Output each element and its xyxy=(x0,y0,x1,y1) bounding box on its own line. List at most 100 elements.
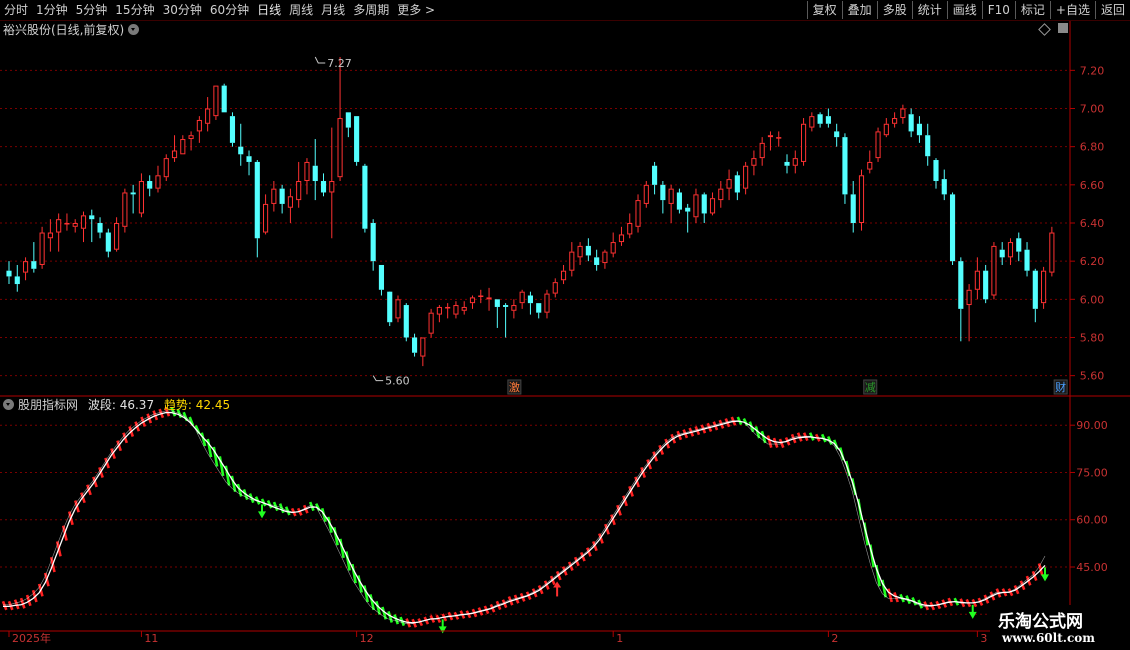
candle-body xyxy=(1007,242,1014,258)
candle-0 xyxy=(6,261,12,285)
candle-98 xyxy=(817,112,823,128)
indicator-series xyxy=(1,407,1049,634)
chart-canvas: 7.27 5.60 激 减 财 5.60 5.80 6.00 6.20 6.40 6.60 6.80… xyxy=(0,21,1130,650)
candle-body xyxy=(776,137,782,139)
candle-body xyxy=(395,299,401,319)
candle-body xyxy=(213,85,219,117)
candle-44 xyxy=(370,219,376,271)
candle-body xyxy=(693,194,699,218)
candle-body xyxy=(983,270,989,300)
candle-48 xyxy=(403,303,409,342)
indicator-name[interactable]: 股朋指标网 xyxy=(18,398,78,412)
x-tick-label-3: 1 xyxy=(616,632,623,645)
candle-body xyxy=(726,179,732,189)
candle-33 xyxy=(279,184,285,214)
candle-57 xyxy=(478,289,484,304)
candle-body xyxy=(188,135,194,140)
candle-88 xyxy=(734,171,740,201)
candle-body xyxy=(122,192,128,227)
candle-body xyxy=(486,297,492,300)
hatch-bar-147 xyxy=(887,588,893,603)
x-tick-label-1: 11 xyxy=(144,632,158,645)
chevron-down-icon[interactable] xyxy=(128,24,140,35)
trend-readout: 趋势: 42.45 xyxy=(164,398,230,412)
chevron-down-icon[interactable] xyxy=(3,399,14,410)
candle-126 xyxy=(1049,226,1055,277)
candle-body xyxy=(511,305,517,311)
candle-9 xyxy=(80,211,87,243)
candle-71 xyxy=(594,249,600,271)
candlestick-series xyxy=(6,56,1055,367)
candle-body xyxy=(800,123,807,162)
candle-62 xyxy=(519,289,525,309)
candle-113 xyxy=(941,169,947,201)
signal-marker-3 xyxy=(968,604,977,619)
candle-5 xyxy=(47,219,53,252)
candle-32 xyxy=(271,181,277,212)
candle-body xyxy=(759,142,765,159)
ind-tick-label-4: 90.00 xyxy=(1076,419,1108,432)
candle-6 xyxy=(56,213,62,252)
price-annotation-0: 7.27 xyxy=(314,56,352,70)
watermark-url: www.60lt.com xyxy=(1002,631,1095,645)
candle-body xyxy=(205,108,211,124)
candle-body xyxy=(72,222,78,227)
candle-79 xyxy=(660,181,666,214)
candle-34 xyxy=(287,188,293,223)
candle-body xyxy=(652,165,658,185)
stock-title[interactable]: 裕兴股份(日线,前复权) xyxy=(3,22,140,38)
candle-body xyxy=(792,158,798,166)
candle-body xyxy=(701,194,707,214)
candle-body xyxy=(64,222,70,225)
candle-59 xyxy=(494,299,500,328)
x-tick-label-5: 3 xyxy=(980,632,987,645)
candle-124 xyxy=(1032,268,1038,323)
event-badge-label: 减 xyxy=(865,381,876,394)
candle-body xyxy=(1049,232,1055,273)
candle-body xyxy=(345,112,351,128)
hatch-bar-127 xyxy=(766,435,773,448)
arrow-head xyxy=(968,611,977,619)
candle-36 xyxy=(304,158,310,195)
candle-91 xyxy=(759,137,765,166)
candle-42 xyxy=(354,116,360,166)
candle-body xyxy=(660,184,666,201)
candle-body xyxy=(676,192,682,210)
annotation-leader xyxy=(314,56,326,64)
hatch-bar-0 xyxy=(1,600,8,611)
candle-84 xyxy=(701,192,707,223)
candle-body xyxy=(47,232,53,239)
annotation-label: 7.27 xyxy=(327,57,352,70)
scroll-square-icon[interactable] xyxy=(1058,23,1068,33)
candle-111 xyxy=(925,123,931,166)
candle-body xyxy=(312,165,318,182)
event-badge-0: 激 xyxy=(507,379,522,395)
candle-20 xyxy=(171,135,178,162)
candle-body xyxy=(246,156,252,162)
candle-54 xyxy=(453,301,459,319)
trend-label: 趋势: xyxy=(163,398,192,412)
candle-body xyxy=(569,251,575,271)
candle-body xyxy=(130,192,136,195)
candle-body xyxy=(966,289,972,306)
candle-body xyxy=(31,261,37,269)
ind-tick-label-3: 75.00 xyxy=(1076,466,1108,479)
candle-25 xyxy=(213,85,219,120)
candle-body xyxy=(958,261,964,309)
candle-78 xyxy=(652,161,658,195)
candle-61 xyxy=(511,299,517,319)
candle-body xyxy=(1041,270,1047,304)
candle-37 xyxy=(312,139,318,201)
candle-body xyxy=(254,161,260,239)
annotation-label: 5.60 xyxy=(385,375,410,388)
candle-16 xyxy=(138,173,144,218)
candle-body xyxy=(14,276,20,285)
candle-body xyxy=(1016,238,1022,252)
candle-24 xyxy=(205,97,211,132)
candle-76 xyxy=(635,194,641,233)
candle-109 xyxy=(908,108,914,138)
stock-title-text: 裕兴股份(日线,前复权) xyxy=(3,23,125,37)
candle-13 xyxy=(114,217,120,252)
candle-46 xyxy=(387,291,393,327)
candle-body xyxy=(138,181,144,214)
